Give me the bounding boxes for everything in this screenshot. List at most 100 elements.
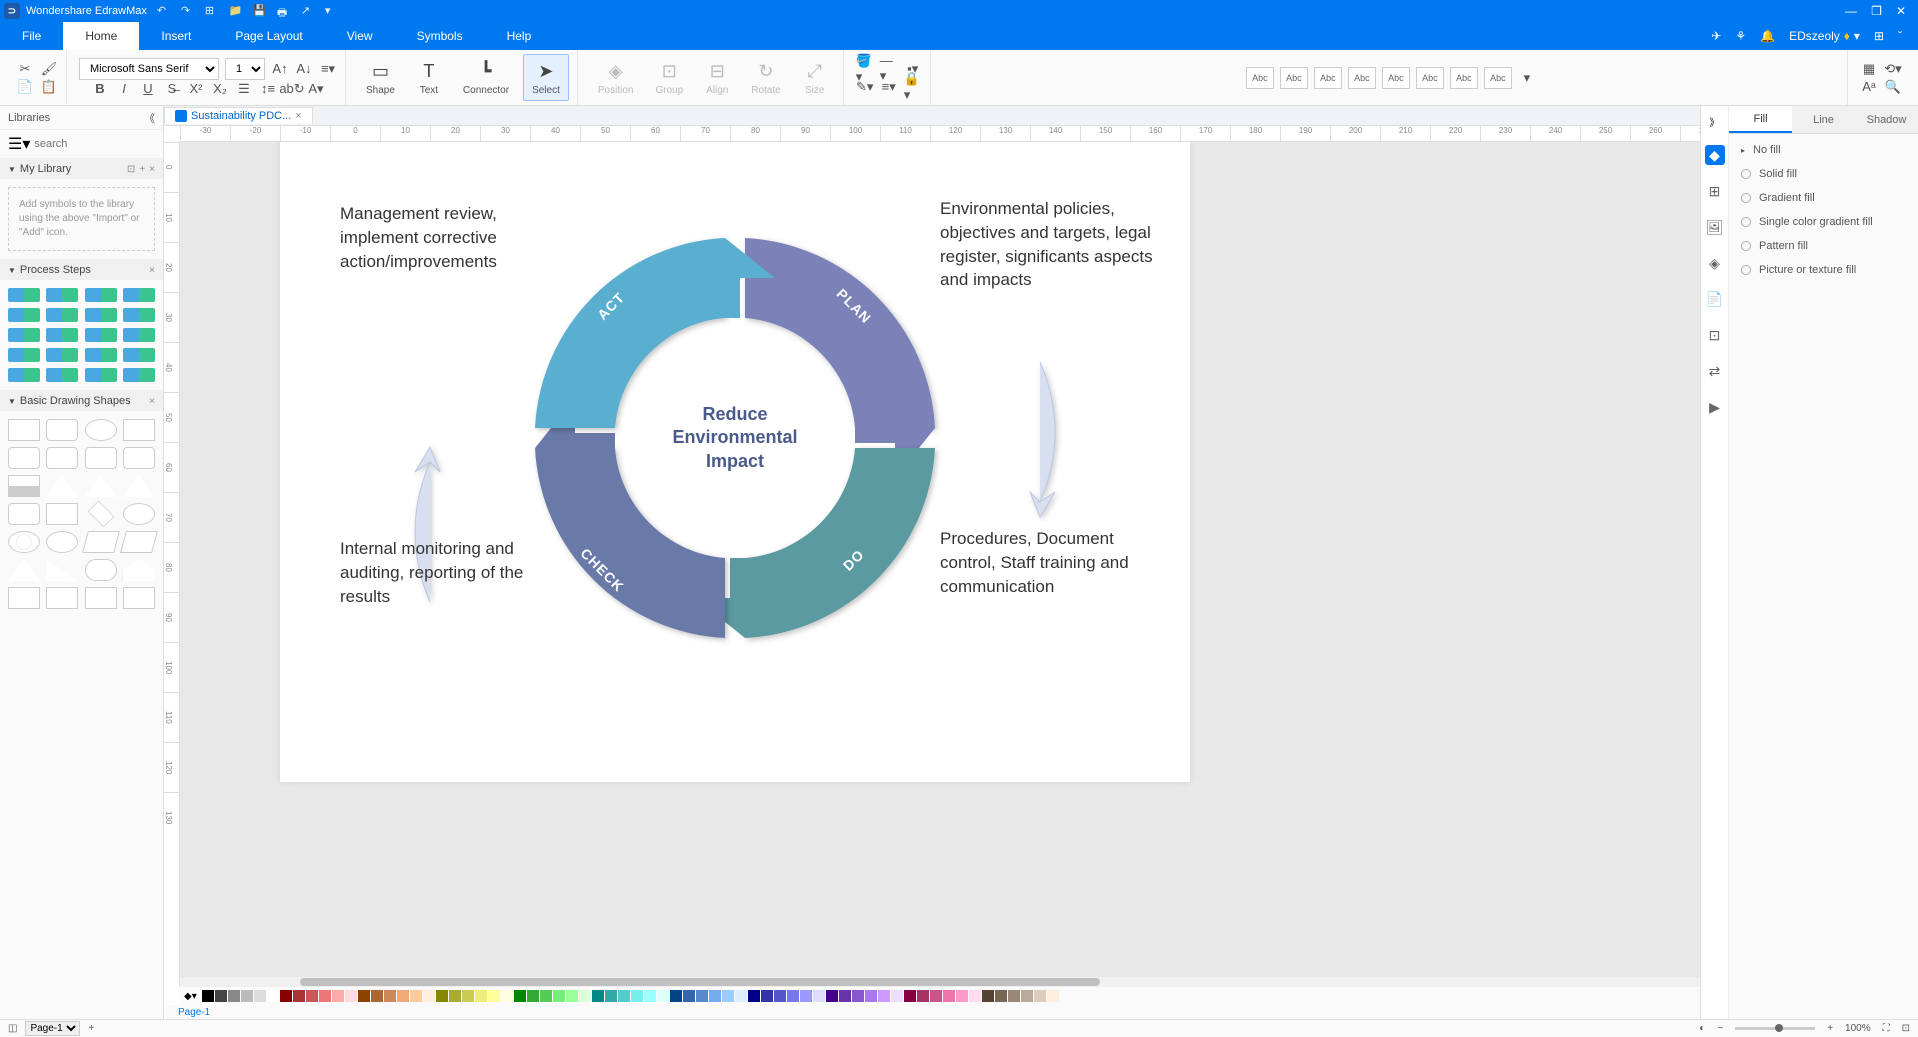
- basic-shape[interactable]: [46, 419, 78, 441]
- basic-shape[interactable]: [82, 531, 120, 553]
- color-swatch[interactable]: [319, 990, 331, 1002]
- page-nav-icon[interactable]: ◫: [8, 1023, 17, 1034]
- color-swatch[interactable]: [618, 990, 630, 1002]
- color-swatch[interactable]: [345, 990, 357, 1002]
- pen-icon[interactable]: ✎▾: [856, 78, 874, 96]
- color-swatch[interactable]: [306, 990, 318, 1002]
- paste-icon[interactable]: 📋: [40, 78, 58, 96]
- page[interactable]: ReduceEnvironmentalImpact PLAN DO CHECK …: [280, 142, 1190, 782]
- position-tool[interactable]: ◈Position: [590, 55, 642, 100]
- text-rotate-icon[interactable]: ab↻: [283, 80, 301, 98]
- check-text[interactable]: Internal monitoring and auditing, report…: [340, 537, 560, 608]
- color-swatch[interactable]: [293, 990, 305, 1002]
- italic-icon[interactable]: I: [115, 80, 133, 98]
- do-text[interactable]: Procedures, Document control, Staff trai…: [940, 527, 1160, 598]
- page-panel-icon[interactable]: 📄: [1705, 289, 1725, 309]
- color-swatch[interactable]: [670, 990, 682, 1002]
- fill-option-none[interactable]: ▸No fill: [1741, 144, 1906, 156]
- present-panel-icon[interactable]: ▶: [1705, 397, 1725, 417]
- process-shape[interactable]: [8, 288, 40, 302]
- color-swatch[interactable]: [1047, 990, 1059, 1002]
- bold-icon[interactable]: B: [91, 80, 109, 98]
- fill-option-solid[interactable]: Solid fill: [1741, 168, 1906, 180]
- section-process-steps[interactable]: ▼ Process Steps ×: [0, 260, 163, 280]
- page-select[interactable]: Page-1: [25, 1021, 80, 1036]
- basic-shape[interactable]: [8, 503, 40, 525]
- bullets-icon[interactable]: ☰: [235, 80, 253, 98]
- color-swatch[interactable]: [501, 990, 513, 1002]
- fill-option-pattern[interactable]: Pattern fill: [1741, 240, 1906, 252]
- color-swatch[interactable]: [579, 990, 591, 1002]
- decrease-font-icon[interactable]: A↓: [295, 60, 313, 78]
- color-swatch[interactable]: [696, 990, 708, 1002]
- color-swatch[interactable]: [722, 990, 734, 1002]
- undo-icon[interactable]: ↶: [157, 4, 171, 18]
- plan-text[interactable]: Environmental policies, objectives and t…: [940, 197, 1160, 292]
- save-icon[interactable]: 💾: [253, 4, 267, 18]
- basic-shape[interactable]: [46, 587, 78, 609]
- theme-icon[interactable]: ▦: [1860, 60, 1878, 78]
- connector-tool[interactable]: ┗Connector: [455, 55, 517, 100]
- style-more-icon[interactable]: ▾: [1518, 69, 1536, 87]
- fill-option-gradient[interactable]: Gradient fill: [1741, 192, 1906, 204]
- process-shape[interactable]: [123, 368, 155, 382]
- process-shape[interactable]: [85, 368, 117, 382]
- color-swatch[interactable]: [332, 990, 344, 1002]
- process-shape[interactable]: [8, 308, 40, 322]
- color-swatch[interactable]: [228, 990, 240, 1002]
- color-swatch[interactable]: [397, 990, 409, 1002]
- color-swatch[interactable]: [358, 990, 370, 1002]
- fill-option-single-gradient[interactable]: Single color gradient fill: [1741, 216, 1906, 228]
- layers-panel-icon[interactable]: ◈: [1705, 253, 1725, 273]
- process-shape[interactable]: [123, 308, 155, 322]
- color-swatch[interactable]: [657, 990, 669, 1002]
- shadow-tab[interactable]: Shadow: [1855, 106, 1918, 133]
- color-swatch[interactable]: [241, 990, 253, 1002]
- superscript-icon[interactable]: X²: [187, 80, 205, 98]
- fill-icon[interactable]: 🪣▾: [856, 60, 874, 78]
- lock-icon[interactable]: 🔒▾: [904, 78, 922, 96]
- find-icon[interactable]: 🔍: [1884, 78, 1902, 96]
- color-swatch[interactable]: [644, 990, 656, 1002]
- basic-shape[interactable]: [123, 419, 155, 441]
- line-tab[interactable]: Line: [1792, 106, 1855, 133]
- color-swatch[interactable]: [943, 990, 955, 1002]
- fill-panel-icon[interactable]: ◆: [1705, 145, 1725, 165]
- color-swatch[interactable]: [436, 990, 448, 1002]
- color-swatch[interactable]: [774, 990, 786, 1002]
- color-swatch[interactable]: [761, 990, 773, 1002]
- menu-page-layout[interactable]: Page Layout: [213, 22, 324, 50]
- style-preset[interactable]: Abc: [1382, 67, 1410, 89]
- basic-shape[interactable]: [85, 419, 117, 441]
- basic-shape[interactable]: [8, 559, 40, 581]
- basic-shape[interactable]: [123, 503, 155, 525]
- color-swatch[interactable]: [748, 990, 760, 1002]
- style-preset[interactable]: Abc: [1348, 67, 1376, 89]
- color-swatch[interactable]: [527, 990, 539, 1002]
- color-swatch[interactable]: [475, 990, 487, 1002]
- line-spacing-icon[interactable]: ↕≡: [259, 80, 277, 98]
- color-swatch[interactable]: [215, 990, 227, 1002]
- close-tab-icon[interactable]: ×: [295, 110, 301, 122]
- color-swatch[interactable]: [904, 990, 916, 1002]
- canvas[interactable]: ReduceEnvironmentalImpact PLAN DO CHECK …: [180, 142, 1700, 987]
- process-shape[interactable]: [85, 288, 117, 302]
- style-preset[interactable]: Abc: [1246, 67, 1274, 89]
- color-swatch[interactable]: [280, 990, 292, 1002]
- process-shape[interactable]: [85, 348, 117, 362]
- select-tool[interactable]: ➤Select: [523, 54, 569, 101]
- color-swatch[interactable]: [839, 990, 851, 1002]
- color-swatch[interactable]: [631, 990, 643, 1002]
- format-painter-icon[interactable]: 🖌: [40, 60, 58, 78]
- color-swatch[interactable]: [371, 990, 383, 1002]
- minimize-icon[interactable]: —: [1845, 4, 1857, 18]
- color-swatch[interactable]: [995, 990, 1007, 1002]
- search-input[interactable]: [34, 138, 176, 150]
- basic-shape[interactable]: [123, 587, 155, 609]
- color-swatch[interactable]: [592, 990, 604, 1002]
- basic-shape[interactable]: [8, 419, 40, 441]
- act-text[interactable]: Management review, implement corrective …: [340, 202, 560, 273]
- color-swatch[interactable]: [566, 990, 578, 1002]
- comments-panel-icon[interactable]: ⊡: [1705, 325, 1725, 345]
- color-swatch[interactable]: [917, 990, 929, 1002]
